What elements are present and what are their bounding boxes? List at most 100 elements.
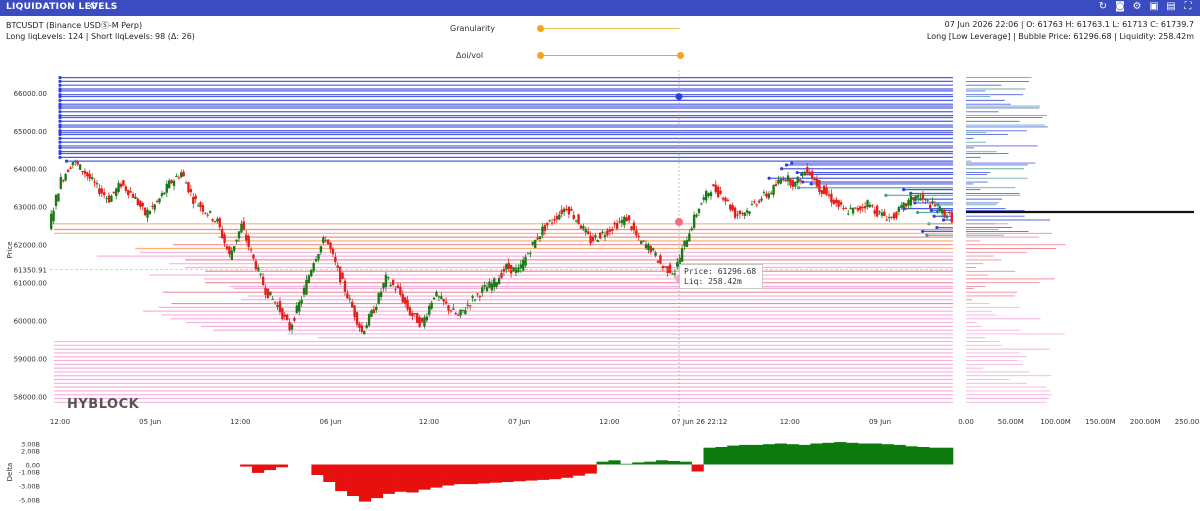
candle-body (637, 235, 640, 237)
candle-body (635, 230, 638, 236)
liquidation-chart[interactable]: 61350.91 66000.00 65000.00 64000.00 63000.00… (0, 0, 1200, 511)
candle-body (452, 308, 455, 310)
long-liq-level-start (58, 140, 62, 144)
long-liq-level-start (932, 214, 936, 218)
candle-body (249, 249, 253, 251)
candle-body (122, 180, 125, 186)
delta-bar (691, 464, 704, 472)
price-axis-tick: 65000.00 (14, 128, 47, 136)
time-axis-tick: 12:00 (599, 418, 619, 426)
candle-body (189, 189, 193, 193)
time-axis-tick: 12:00 (230, 418, 250, 426)
candle-body (283, 314, 286, 317)
candle-body (652, 248, 655, 251)
candle-body (875, 205, 879, 217)
candle-body (379, 291, 383, 298)
candle-body (204, 212, 207, 214)
candle-body (827, 194, 831, 197)
candle-body (546, 222, 549, 226)
candle-body (459, 309, 462, 316)
candle-body (490, 283, 494, 291)
candle-body (466, 304, 469, 306)
candle-body (136, 198, 140, 206)
delta-bar (453, 464, 467, 485)
candle-body (396, 285, 400, 289)
candle-body (945, 217, 949, 219)
long-liq-level-start (58, 83, 62, 87)
candle-body (160, 193, 164, 197)
long-liq-level-start (935, 226, 939, 230)
candle-body (914, 195, 917, 201)
long-liq-level-start (58, 79, 62, 83)
long-liq-level-start (58, 119, 62, 123)
candle-body (408, 307, 412, 316)
delta-axis-tick: 2.00B (21, 448, 40, 456)
time-axis-tick: 12:00 (419, 418, 439, 426)
candle-body (579, 225, 583, 229)
candle-body (192, 196, 195, 204)
candle-body (541, 226, 544, 236)
candle-body (880, 212, 884, 216)
candle-body (425, 316, 429, 321)
candle-body (314, 259, 318, 262)
candle-body (654, 252, 657, 256)
long-liq-level-start (921, 229, 925, 234)
candle-body (950, 212, 953, 223)
candle-body (288, 322, 291, 331)
candle-body (155, 200, 159, 202)
candle-body (473, 299, 477, 301)
long-liq-level-start (809, 182, 813, 186)
candle-body (141, 203, 144, 207)
delta-bar (798, 444, 811, 465)
candle-body (338, 266, 342, 283)
candle-body (611, 228, 614, 231)
candle-body (269, 291, 272, 296)
candle-body (358, 323, 361, 328)
delta-bar (560, 464, 574, 478)
candle-body (348, 298, 351, 300)
candle-body (322, 237, 325, 243)
time-axis-tick: 06 Jun (320, 418, 342, 426)
candle-body (360, 325, 364, 332)
time-axis-tick: 07 Jun 26 22:12 (672, 418, 728, 426)
long-liq-level-start (884, 193, 888, 197)
long-liq-level-start (58, 110, 62, 114)
candle-body (558, 214, 561, 220)
candle-body (943, 210, 946, 218)
candle-body (93, 181, 96, 183)
candle-body (810, 171, 814, 179)
candle-body (211, 219, 214, 221)
delta-bar (584, 464, 597, 474)
candle-body (437, 296, 441, 298)
candle-body (738, 210, 742, 215)
candle-body (692, 214, 696, 228)
candle-body (394, 289, 397, 291)
delta-bar (644, 461, 657, 465)
candle-body (281, 308, 284, 320)
candle-body (389, 284, 392, 286)
candle-body (276, 304, 279, 307)
candle-body (428, 305, 431, 315)
candle-body (745, 210, 749, 213)
candle-body (519, 264, 522, 269)
candle-body (919, 198, 922, 201)
delta-axis-tick: -3.00B (19, 483, 40, 491)
delta-bar (382, 464, 395, 494)
candle-body (129, 191, 132, 193)
candle-body (731, 205, 734, 211)
candle-body (435, 291, 438, 297)
hyblock-watermark: HYBLOCK (67, 397, 140, 412)
long-liq-level-start (58, 155, 62, 159)
candle-body (353, 305, 356, 318)
candle-body (673, 273, 677, 275)
candle-body (163, 192, 166, 195)
candle-body (230, 250, 234, 260)
long-liq-level-start (916, 210, 920, 215)
candle-body (184, 182, 188, 184)
candle-body (416, 313, 419, 323)
candle-body (912, 197, 915, 200)
candle-body (757, 200, 761, 203)
candle-body (791, 180, 795, 187)
candle-body (685, 240, 689, 247)
candle-body (765, 193, 768, 197)
